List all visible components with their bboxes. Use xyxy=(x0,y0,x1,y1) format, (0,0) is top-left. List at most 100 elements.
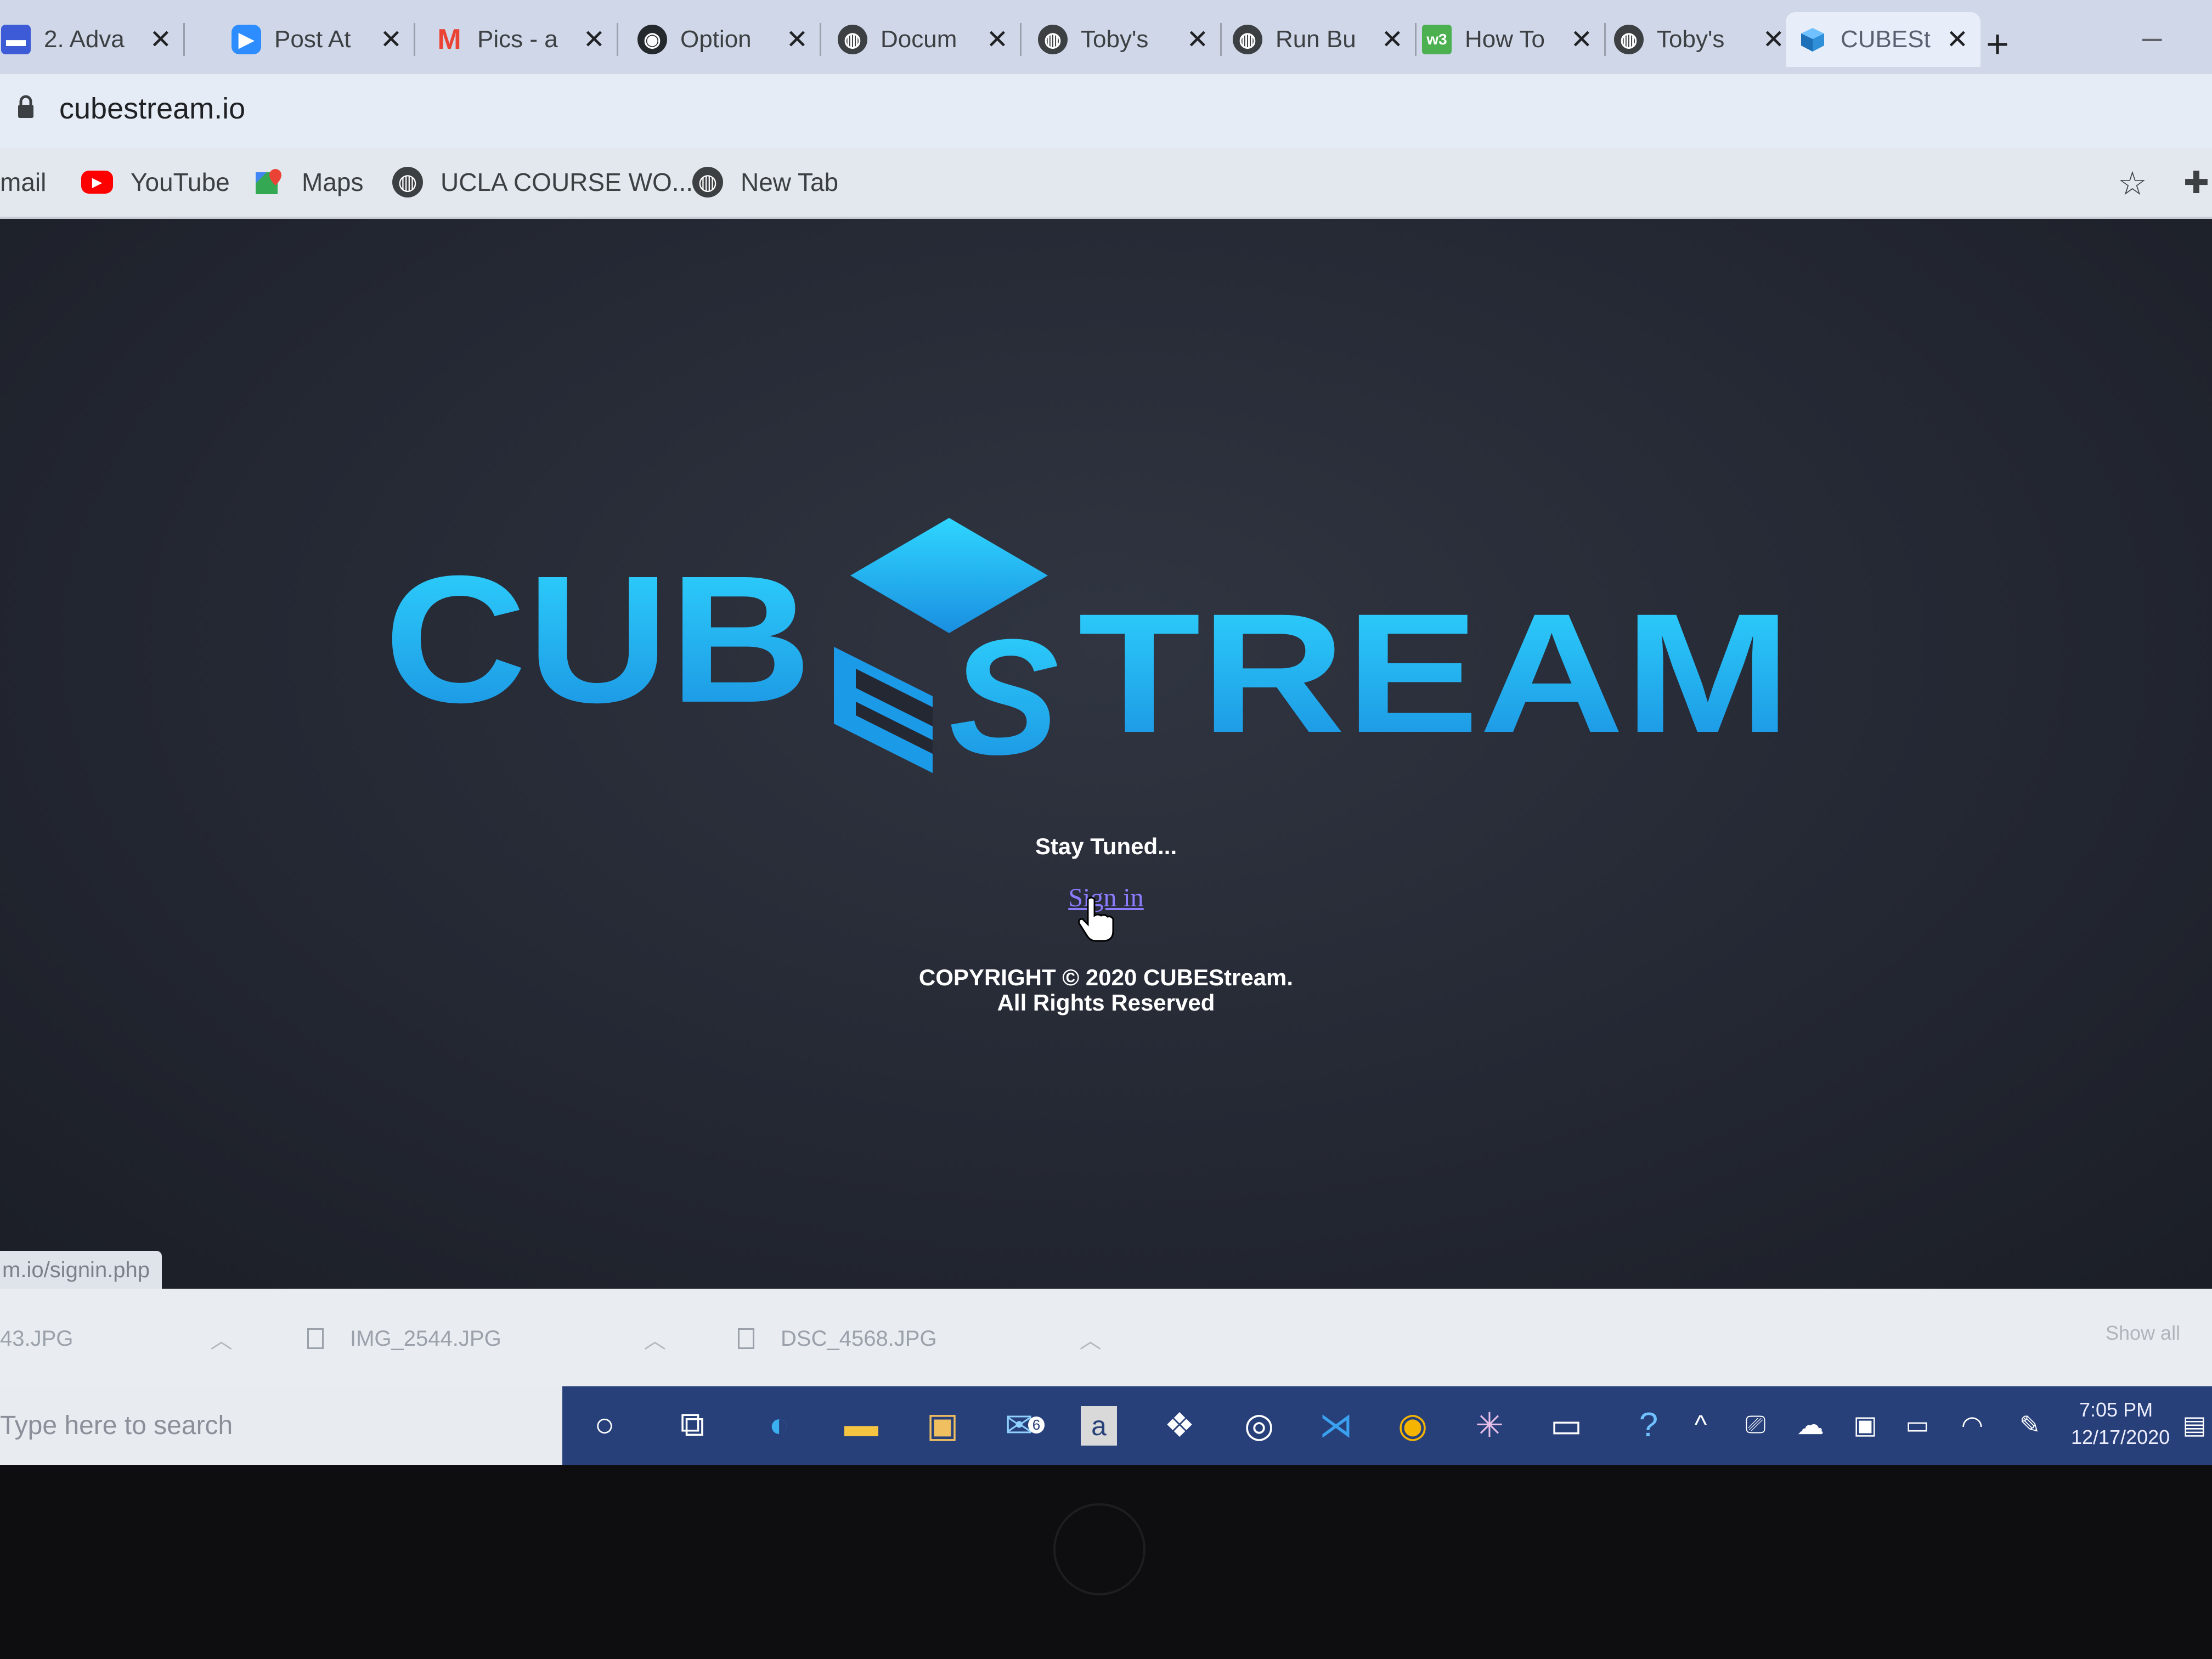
github-icon: ◉ xyxy=(637,25,667,54)
close-icon[interactable]: ✕ xyxy=(786,24,808,55)
bookmark-label: YouTube xyxy=(131,168,230,196)
chrome-icon[interactable]: ◉ xyxy=(1391,1403,1435,1447)
course-icon: ▬ xyxy=(1,25,31,54)
taskbar-search-input[interactable]: Type here to search xyxy=(0,1386,562,1465)
download-item[interactable]: DSC_4568.JPG ︿ xyxy=(738,1323,1102,1355)
tab-zoom[interactable]: ▶ Post At ✕ xyxy=(219,12,415,67)
bookmark-maps[interactable]: Maps xyxy=(253,160,363,204)
logo-text-cub: CUB xyxy=(384,538,812,740)
extensions-icon[interactable]: ✚ xyxy=(2183,165,2209,201)
bookmark-label: UCLA COURSE WO... xyxy=(441,168,693,196)
bookmark-new-tab[interactable]: ◍ New Tab xyxy=(692,160,838,204)
tab-howto[interactable]: w3 How To ✕ xyxy=(1410,12,1606,67)
zoom-icon: ▶ xyxy=(232,25,261,54)
url-text[interactable]: cubestream.io xyxy=(59,92,245,126)
bookmark-label: Maps xyxy=(302,168,364,196)
download-filename: IMG_2544.JPG xyxy=(350,1326,501,1351)
vscode-icon[interactable]: ⋊ xyxy=(1314,1403,1358,1447)
close-icon[interactable]: ✕ xyxy=(1946,24,1968,55)
terminal-icon[interactable]: ▭ xyxy=(1544,1403,1588,1447)
tab-gmail[interactable]: M Pics - a ✕ xyxy=(422,12,618,67)
globe-icon: ◍ xyxy=(392,167,423,198)
slack-icon[interactable]: ✳ xyxy=(1468,1403,1511,1447)
mail-badge: 6 xyxy=(1028,1416,1045,1434)
w3schools-icon: w3 xyxy=(1422,25,1452,54)
download-filename: DSC_4568.JPG xyxy=(781,1326,937,1351)
edge-icon[interactable]: ◐ xyxy=(757,1403,801,1447)
globe-icon: ◍ xyxy=(1038,25,1068,54)
close-icon[interactable]: ✕ xyxy=(1571,24,1593,55)
copyright-line-2: All Rights Reserved xyxy=(997,990,1215,1015)
tab-github[interactable]: ◉ Option ✕ xyxy=(625,12,821,67)
stay-tuned-text: Stay Tuned... xyxy=(1035,833,1177,859)
close-icon[interactable]: ✕ xyxy=(380,24,402,55)
minimize-button[interactable]: – xyxy=(2142,16,2162,57)
file-explorer-icon[interactable]: ▬ xyxy=(839,1403,883,1447)
bookmark-gmail[interactable]: mail xyxy=(0,160,46,204)
bookmark-label: New Tab xyxy=(741,168,839,196)
clock-time[interactable]: 7:05 PM xyxy=(2079,1398,2153,1421)
tab-title: How To xyxy=(1465,26,1545,53)
bookmark-ucla[interactable]: ◍ UCLA COURSE WO... xyxy=(392,160,693,204)
pen-icon[interactable]: ✎ xyxy=(2008,1403,2052,1447)
address-bar[interactable]: cubestream.io xyxy=(0,74,2212,148)
app-icon[interactable]: ◎ xyxy=(1237,1403,1281,1447)
hp-logo-icon xyxy=(1053,1503,1146,1595)
tab-title: Toby's xyxy=(1081,26,1149,53)
close-icon[interactable]: ✕ xyxy=(1381,24,1403,55)
clock-date[interactable]: 12/17/2020 xyxy=(2071,1426,2170,1449)
new-tab-button[interactable]: + xyxy=(1986,22,2009,67)
mail-icon[interactable]: ✉ 6 xyxy=(1003,1403,1047,1447)
show-all-button[interactable]: Show all xyxy=(2106,1322,2180,1345)
tab-tobys-1[interactable]: ◍ Toby's ✕ xyxy=(1026,12,1222,67)
link-status-bubble: m.io/signin.php xyxy=(0,1251,162,1289)
display-icon[interactable]: ▣ xyxy=(1843,1403,1887,1447)
wifi-icon[interactable]: ◠ xyxy=(1950,1403,1994,1447)
cortana-icon[interactable]: ○ xyxy=(583,1403,627,1447)
bookmark-star-icon[interactable]: ☆ xyxy=(2118,165,2147,203)
tab-course[interactable]: ▬ 2. Adva ✕ xyxy=(0,12,185,67)
bookmark-youtube[interactable]: ▶ YouTube xyxy=(81,160,230,204)
globe-icon: ◍ xyxy=(838,25,867,54)
tab-tobys-2[interactable]: ◍ Toby's ✕ xyxy=(1602,12,1797,67)
onedrive-icon[interactable]: ☁ xyxy=(1788,1403,1832,1447)
globe-icon: ◍ xyxy=(1233,25,1262,54)
tab-runbu[interactable]: ◍ Run Bu ✕ xyxy=(1221,12,1417,67)
chevron-up-icon[interactable]: ︿ xyxy=(210,1323,232,1355)
maps-icon xyxy=(253,167,284,198)
dropbox-icon[interactable]: ❖ xyxy=(1158,1403,1201,1447)
cubestream-logo: CUB S TREAM xyxy=(384,518,1791,789)
logo-s: S xyxy=(949,605,1060,789)
store-icon[interactable]: ▣ xyxy=(921,1403,964,1447)
chevron-up-icon[interactable]: ︿ xyxy=(1080,1323,1102,1355)
close-icon[interactable]: ✕ xyxy=(1763,24,1785,55)
close-icon[interactable]: ✕ xyxy=(1187,24,1209,55)
close-icon[interactable]: ✕ xyxy=(150,24,172,55)
notifications-icon[interactable]: ▤ xyxy=(2181,1403,2208,1447)
download-shelf: 43.JPG ︿ IMG_2544.JPG ︿ DSC_4568.JPG ︿ S… xyxy=(0,1289,2212,1386)
monitor-screen: ▬ 2. Adva ✕ ▶ Post At ✕ M Pics - a ✕ ◉ O… xyxy=(0,0,2212,1465)
close-icon[interactable]: ✕ xyxy=(986,24,1008,55)
globe-icon: ◍ xyxy=(1614,25,1644,54)
tab-title: Docum xyxy=(881,26,957,53)
gmail-icon: M xyxy=(437,24,461,55)
tab-docum[interactable]: ◍ Docum ✕ xyxy=(826,12,1022,67)
chevron-up-icon[interactable]: ^ xyxy=(1679,1403,1723,1447)
meet-now-icon[interactable]: ⎚ xyxy=(1734,1403,1778,1447)
tab-title: Pics - a xyxy=(477,26,558,53)
download-item[interactable]: IMG_2544.JPG ︿ xyxy=(307,1323,666,1355)
amazon-icon[interactable]: a xyxy=(1081,1406,1117,1446)
page-content: CUB S TREAM Stay Tuned... Sign in COPYRI… xyxy=(0,219,2212,1289)
bookmarks-bar: mail ▶ YouTube Maps ◍ UCLA COURSE WO... … xyxy=(0,148,2212,219)
tab-cubestream-active[interactable]: CUBESt ✕ xyxy=(1786,12,1980,67)
tab-title: Post At xyxy=(274,26,351,53)
close-icon[interactable]: ✕ xyxy=(583,24,605,55)
tab-title: Run Bu xyxy=(1276,26,1356,53)
youtube-icon: ▶ xyxy=(81,171,113,194)
help-icon[interactable]: ? xyxy=(1627,1403,1671,1447)
download-item[interactable]: 43.JPG ︿ xyxy=(0,1323,232,1355)
copyright-text: COPYRIGHT © 2020 CUBEStream. All Rights … xyxy=(0,965,2212,1015)
task-view-icon[interactable]: ⧉ xyxy=(670,1403,714,1447)
battery-icon[interactable]: ▭ xyxy=(1895,1403,1939,1447)
chevron-up-icon[interactable]: ︿ xyxy=(644,1323,666,1355)
